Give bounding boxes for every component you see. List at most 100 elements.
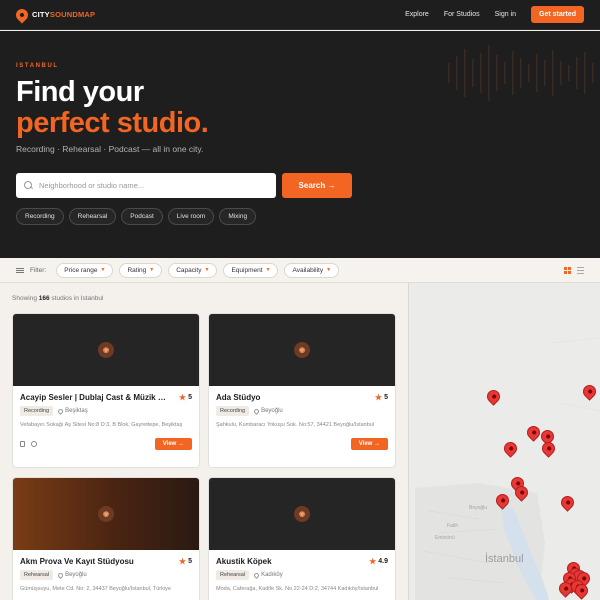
logo-text-suffix: SOUNDMAP: [49, 10, 96, 19]
studio-pin-icon: ◉: [294, 342, 310, 358]
wave-bar: [480, 53, 482, 93]
chip-live-room[interactable]: Live room: [167, 208, 215, 225]
studio-card-image: ◉: [209, 478, 395, 550]
map-city-label: İstanbul: [485, 553, 524, 565]
filter-pill-label: Capacity: [176, 266, 202, 274]
studio-type-tag: Recording: [216, 406, 250, 416]
studio-card[interactable]: ◉ Acayip Sesler | Dublaj Cast & Müzik Pr…: [12, 313, 200, 468]
studio-card[interactable]: ◉ Ada Stüdyo ★ 5 Recording Beyoğlu Şahkulu…: [208, 313, 396, 468]
hero-title-line2: perfect studio.: [16, 107, 209, 139]
sound-wave-decoration: [448, 45, 594, 101]
studio-card-title[interactable]: Akustik Köpek: [216, 557, 366, 566]
studio-card-image: ◉: [13, 478, 199, 550]
studio-card-rating: ★ 5: [179, 393, 192, 402]
star-icon: ★: [178, 557, 187, 566]
studio-location: Kadıköy: [253, 571, 283, 579]
filter-capacity[interactable]: Capacity ▼: [168, 262, 218, 278]
view-toggle: [564, 266, 584, 274]
search-box[interactable]: [16, 173, 276, 198]
chevron-down-icon: ▼: [326, 267, 332, 273]
studio-card-title[interactable]: Acayip Sesler | Dublaj Cast & Müzik Prod…: [20, 393, 170, 402]
filter-bar: Filter: Price range ▼ Rating ▼ Capacity ▼ E…: [0, 258, 600, 283]
map-district-label: Eminönü: [435, 535, 455, 541]
wave-bar: [520, 58, 522, 88]
globe-icon[interactable]: [31, 441, 37, 447]
location-pin-icon: [253, 407, 261, 415]
location-label: Kadıköy: [261, 572, 283, 578]
rating-value: 5: [188, 558, 192, 565]
phone-icon[interactable]: [20, 441, 25, 447]
wave-bar: [560, 61, 562, 85]
results-count: Showing 166 studios in Istanbul: [12, 295, 103, 302]
star-icon: ★: [178, 393, 187, 402]
search-input[interactable]: [39, 181, 259, 190]
filter-rating[interactable]: Rating ▼: [119, 262, 163, 278]
logo[interactable]: CITYSOUNDMAP: [13, 6, 95, 23]
location-pin-icon: [57, 571, 65, 579]
wave-bar: [512, 51, 514, 95]
filter-price-range[interactable]: Price range ▼: [56, 262, 114, 278]
get-started-button[interactable]: Get started: [531, 6, 584, 23]
wave-bar: [576, 57, 578, 89]
filter-equipment[interactable]: Equipment ▼: [223, 262, 279, 278]
wave-bar: [448, 63, 450, 83]
studio-address: Gümüşsuyu, Mete Cd. No: 2, 34437 Beyoğlu…: [20, 586, 171, 592]
wave-bar: [528, 64, 530, 82]
studio-address: Vefabayırı Sokağı Aş Sitesi No:8 D:3, B …: [20, 422, 183, 428]
studio-card[interactable]: ◉ Akustik Köpek ★ 4.9 Rehearsal Kadıköy Mo…: [208, 477, 396, 600]
studio-location: Beyoğlu: [253, 407, 283, 415]
wave-bar: [536, 54, 538, 92]
studio-card-image: ◉: [209, 314, 395, 386]
studio-pin-icon: ◉: [294, 506, 310, 522]
studio-pin-icon: ◉: [98, 506, 114, 522]
filter-label: Filter:: [30, 266, 47, 274]
chip-podcast[interactable]: Podcast: [121, 208, 163, 225]
wave-bar: [584, 52, 586, 94]
wave-bar: [504, 62, 506, 84]
wave-bar: [544, 60, 546, 86]
studio-card-image: ◉: [13, 314, 199, 386]
logo-text: CITYSOUNDMAP: [32, 10, 95, 19]
studio-card[interactable]: ◉ Akm Prova Ve Kayıt Stüdyosu ★ 5 Rehears…: [12, 477, 200, 600]
category-chips: Recording Rehearsal Podcast Live room Mi…: [16, 208, 257, 225]
search-icon: [24, 181, 33, 190]
location-label: Beşiktaş: [65, 408, 88, 414]
studio-card-rating: ★ 5: [179, 557, 192, 566]
location-label: Beyoğlu: [261, 408, 283, 414]
star-icon: ★: [374, 393, 383, 402]
studio-card-rating: ★ 4.9: [369, 557, 388, 566]
studio-pin-icon: ◉: [98, 342, 114, 358]
list-view-icon[interactable]: [577, 266, 584, 274]
wave-bar: [488, 45, 490, 101]
location-pin-icon: [253, 571, 261, 579]
results-suffix: studios in Istanbul: [51, 295, 104, 302]
chip-mixing[interactable]: Mixing: [219, 208, 257, 225]
rating-value: 4.9: [378, 558, 388, 565]
nav-link-sign-in[interactable]: Sign in: [495, 11, 516, 18]
nav-links: Explore For Studios Sign in Get started: [405, 6, 584, 23]
location-label: Beyoğlu: [65, 572, 87, 578]
studio-location: Beyoğlu: [57, 571, 87, 579]
view-studio-button[interactable]: View →: [350, 438, 388, 450]
search-button[interactable]: Search →: [282, 173, 352, 198]
studio-card-rating: ★ 5: [375, 393, 388, 402]
map-district-label: Beyoğlu: [469, 505, 488, 511]
studio-map[interactable]: Fatih Eminönü Beyoğlu İstanbul: [408, 283, 600, 600]
view-studio-button[interactable]: View →: [154, 438, 192, 450]
studio-card-title[interactable]: Ada Stüdyo: [216, 393, 366, 402]
nav-link-explore[interactable]: Explore: [405, 11, 429, 18]
sliders-icon: [16, 267, 24, 274]
chip-rehearsal[interactable]: Rehearsal: [68, 208, 117, 225]
studio-address: Moda, Caferağa, Kadife Sk. No 22-24 D:2,…: [216, 586, 379, 592]
filter-pill-label: Rating: [127, 266, 147, 274]
rating-value: 5: [384, 394, 388, 401]
logo-pin-icon: [13, 6, 31, 23]
chip-recording[interactable]: Recording: [16, 208, 64, 225]
wave-bar: [456, 56, 458, 90]
grid-view-icon[interactable]: [564, 266, 571, 274]
chevron-down-icon: ▼: [204, 267, 210, 273]
nav-link-for-studios[interactable]: For Studios: [444, 11, 480, 18]
filter-availability[interactable]: Availability ▼: [284, 262, 340, 278]
studio-card-title[interactable]: Akm Prova Ve Kayıt Stüdyosu: [20, 557, 170, 566]
top-nav: CITYSOUNDMAP Explore For Studios Sign in…: [0, 0, 600, 30]
